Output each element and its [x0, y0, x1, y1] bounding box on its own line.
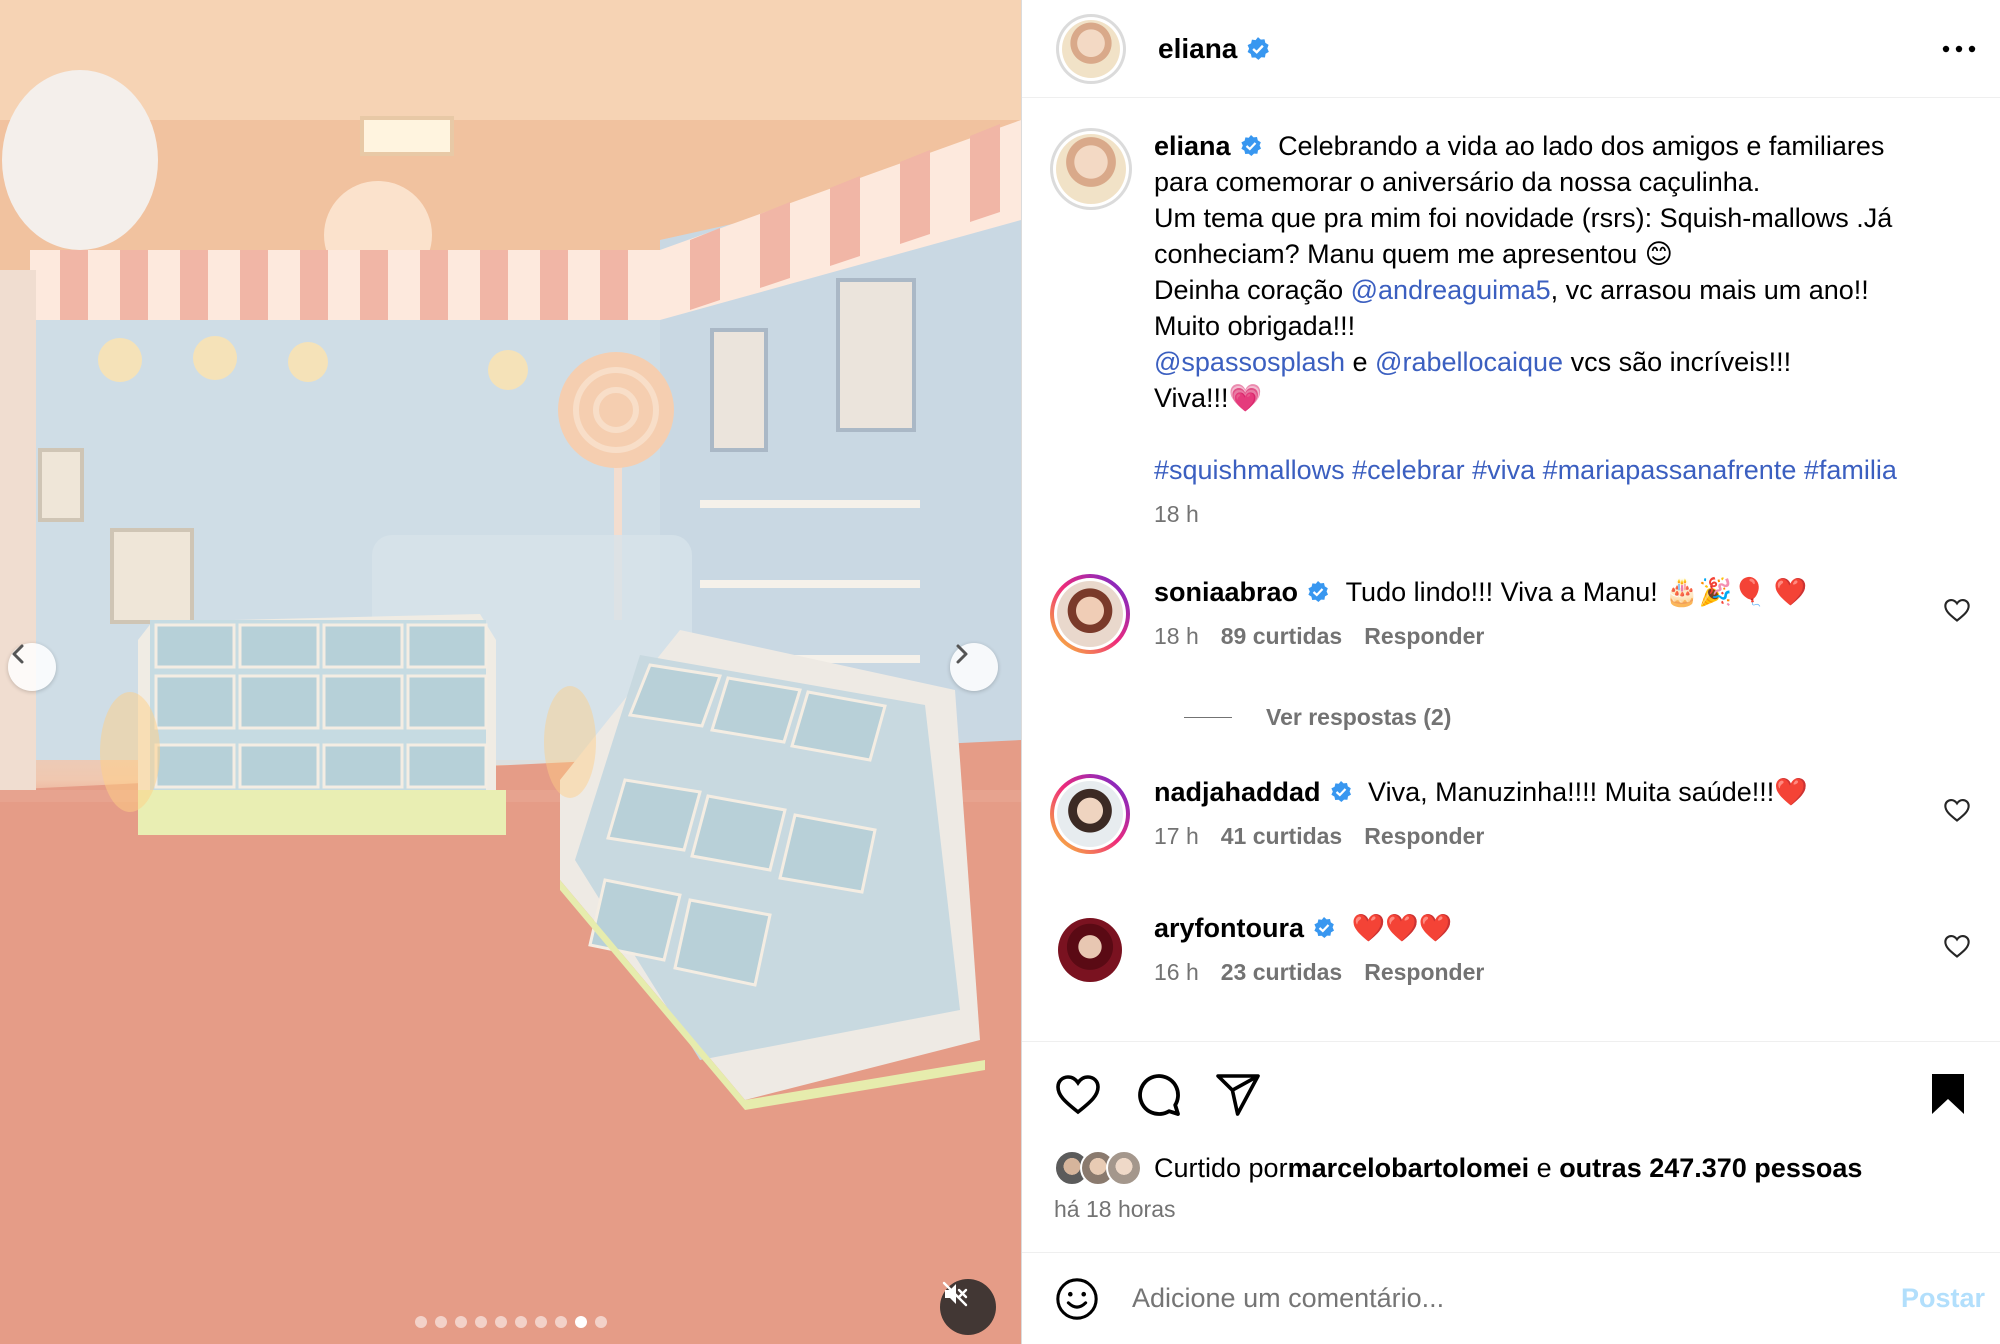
- comment-timestamp[interactable]: 16 h: [1154, 959, 1199, 985]
- caption-text-line: conheciam? Manu quem me apresentou 😊: [1154, 239, 1673, 269]
- carousel-dot: [454, 1316, 467, 1328]
- verified-badge-icon: [1330, 781, 1351, 802]
- carousel-indicators: [0, 1316, 1021, 1328]
- avatar: [1062, 19, 1120, 78]
- carousel-dot: [494, 1316, 507, 1328]
- hashtags-link[interactable]: #squishmallows #celebrar #viva #mariapas…: [1154, 455, 1897, 485]
- view-replies-button[interactable]: Ver respostas (2): [1184, 704, 1451, 731]
- commenter-avatar[interactable]: [1050, 910, 1130, 990]
- caption-text: , vc arrasou mais um ano!!: [1550, 275, 1869, 305]
- liker-username[interactable]: marcelobartolomei: [1288, 1153, 1530, 1184]
- verified-badge-icon: [1247, 36, 1270, 60]
- divider: [1184, 717, 1232, 718]
- post-actions: [1054, 1070, 1262, 1118]
- carousel-prev-button[interactable]: [8, 643, 56, 691]
- caption-text-line: para comemorar o aniversário da nossa ca…: [1154, 167, 1761, 197]
- carousel-next-button[interactable]: [950, 643, 998, 691]
- party-room-photo: [0, 0, 1021, 1344]
- like-heart-icon[interactable]: [1054, 1070, 1102, 1118]
- heart-outline-icon[interactable]: [1943, 596, 1971, 624]
- caption-text: Deinha coração: [1154, 275, 1351, 305]
- mention-link[interactable]: @andreaguima5: [1351, 275, 1551, 305]
- caption-text-line: Muito obrigada!!!: [1154, 311, 1356, 341]
- liker-avatars: [1054, 1150, 1142, 1186]
- caption-text-line: Um tema que pra mim foi novidade (rsrs):…: [1154, 203, 1893, 233]
- carousel-dot: [554, 1316, 567, 1328]
- verified-badge-icon: [1314, 917, 1335, 938]
- verified-badge-icon: [1240, 135, 1261, 156]
- commenter-avatar[interactable]: [1050, 574, 1130, 654]
- avatar: [1106, 1150, 1142, 1186]
- comment-username[interactable]: aryfontoura: [1154, 913, 1304, 943]
- share-send-icon[interactable]: [1214, 1070, 1262, 1118]
- post-comment-button[interactable]: Postar: [1901, 1283, 1985, 1314]
- comment-text: ❤️❤️❤️: [1351, 913, 1453, 943]
- comment-item: soniaabrao Tudo lindo!!! Viva a Manu! 🎂🎉…: [1050, 574, 1985, 654]
- comment-timestamp[interactable]: 17 h: [1154, 823, 1199, 849]
- caption-text: e: [1345, 347, 1376, 377]
- comment-likes[interactable]: 89 curtidas: [1221, 623, 1342, 649]
- author-avatar-ring[interactable]: [1056, 13, 1126, 84]
- avatar: [1057, 581, 1123, 647]
- caption-text-line: Viva!!!💗: [1154, 383, 1263, 413]
- reply-button[interactable]: Responder: [1364, 959, 1484, 985]
- comment-timestamp[interactable]: 18 h: [1154, 623, 1199, 649]
- carousel-dot: [594, 1316, 607, 1328]
- post-header: eliana: [1022, 0, 2000, 98]
- chevron-right-icon: [956, 644, 968, 664]
- reply-button[interactable]: Responder: [1364, 823, 1484, 849]
- caption-avatar[interactable]: [1050, 128, 1132, 210]
- comment-username[interactable]: soniaabrao: [1154, 577, 1298, 607]
- carousel-dot: [534, 1316, 547, 1328]
- emoji-icon[interactable]: [1054, 1276, 1100, 1322]
- audio-toggle-button[interactable]: [940, 1279, 996, 1335]
- heart-outline-icon[interactable]: [1943, 932, 1971, 960]
- likes-others[interactable]: outras 247.370 pessoas: [1559, 1153, 1862, 1184]
- avatar: [1057, 781, 1123, 847]
- avatar: [1056, 134, 1126, 204]
- comments-scroll-area[interactable]: eliana Celebrando a vida ao lado dos ami…: [1022, 98, 2000, 1042]
- comment-username[interactable]: nadjahaddad: [1154, 777, 1321, 807]
- chevron-left-icon: [12, 644, 24, 664]
- caption-timestamp[interactable]: 18 h: [1154, 501, 1199, 527]
- mention-link[interactable]: @spassosplash: [1154, 347, 1345, 377]
- comment-likes[interactable]: 23 curtidas: [1221, 959, 1342, 985]
- comment-input[interactable]: [1132, 1283, 1901, 1314]
- comment-item: nadjahaddad Viva, Manuzinha!!!! Muita sa…: [1050, 774, 1985, 854]
- carousel-dot: [434, 1316, 447, 1328]
- carousel-dot: [414, 1316, 427, 1328]
- post-details-panel: eliana eliana Celebrando a vida ao lado …: [1021, 0, 2000, 1344]
- caption: eliana Celebrando a vida ao lado dos ami…: [1050, 128, 1985, 532]
- ellipsis-icon[interactable]: [1942, 45, 1976, 53]
- bookmark-saved-icon[interactable]: [1926, 1070, 1970, 1118]
- view-replies-label: Ver respostas (2): [1266, 704, 1452, 730]
- caption-text: vcs são incríveis!!!: [1563, 347, 1792, 377]
- comment-bubble-icon[interactable]: [1134, 1070, 1182, 1118]
- carousel-dot: [474, 1316, 487, 1328]
- likes-mid: e: [1529, 1152, 1560, 1183]
- comment-item: aryfontoura ❤️❤️❤️ 16 h 23 curtidas Respon…: [1050, 910, 1985, 990]
- comment-likes[interactable]: 41 curtidas: [1221, 823, 1342, 849]
- reply-button[interactable]: Responder: [1364, 623, 1484, 649]
- heart-outline-icon[interactable]: [1943, 796, 1971, 824]
- speaker-muted-icon: [942, 1281, 968, 1307]
- post-media[interactable]: [0, 0, 1021, 1344]
- posted-time[interactable]: há 18 horas: [1054, 1196, 1175, 1223]
- likes-prefix: Curtido por: [1154, 1152, 1288, 1183]
- carousel-dot: [574, 1316, 587, 1328]
- comment-composer: Postar: [1022, 1252, 2000, 1344]
- avatar: [1058, 918, 1122, 982]
- carousel-dot: [514, 1316, 527, 1328]
- comment-text: Viva, Manuzinha!!!! Muita saúde!!!❤️: [1368, 777, 1808, 807]
- likes-summary[interactable]: Curtido por marcelobartolomei e outras 2…: [1054, 1150, 1862, 1186]
- caption-username[interactable]: eliana: [1154, 131, 1231, 161]
- commenter-avatar[interactable]: [1050, 774, 1130, 854]
- verified-badge-icon: [1308, 581, 1329, 602]
- author-username[interactable]: eliana: [1158, 33, 1237, 65]
- mention-link[interactable]: @rabellocaique: [1375, 347, 1563, 377]
- comment-text: Tudo lindo!!! Viva a Manu! 🎂🎉🎈 ❤️: [1345, 577, 1808, 607]
- caption-text-line: Celebrando a vida ao lado dos amigos e f…: [1278, 131, 1885, 161]
- actions-divider: [1022, 1041, 2000, 1042]
